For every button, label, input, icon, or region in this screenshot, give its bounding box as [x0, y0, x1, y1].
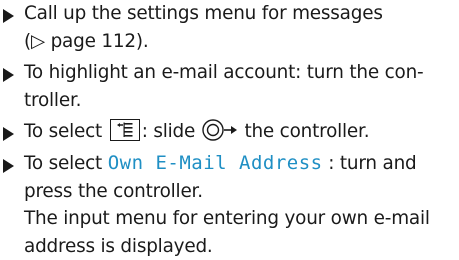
bullet-arrow-icon [3, 127, 14, 141]
controller-slide-right-icon [202, 118, 238, 151]
step-1-body: Call up the settings menu for messages (… [24, 0, 455, 55]
step-1-line-2: (▷ page 112). [24, 30, 149, 52]
step-1-line-1: Call up the settings menu for messages [24, 3, 383, 24]
menu-key-icon [109, 119, 140, 141]
instruction-page: Call up the settings menu for messages (… [0, 0, 459, 257]
step-4-line-2: press the controller. [24, 180, 203, 202]
step-2-line-2: troller. [24, 89, 82, 111]
bullet-arrow-icon [3, 9, 14, 23]
menu-item-own-email-address: Own E-Mail Address [107, 152, 323, 174]
step-3-text-after: the controller. [244, 121, 370, 142]
step-4-text-after: : turn and [328, 153, 417, 174]
step-3-body: To select : slide the controller. [24, 118, 455, 151]
step-4-line-1: To select Own E-Mail Address : turn and [24, 150, 455, 178]
bullet-arrow-icon [3, 68, 14, 82]
step-3-text-between: : slide [141, 121, 196, 142]
step-2-line-1: To highlight an e-mail account: turn the… [24, 62, 424, 83]
step-4-result-line-2: address is displayed. [24, 235, 213, 257]
step-3-text-before: To select [24, 121, 103, 142]
step-4-body: To select Own E-Mail Address : turn and … [24, 150, 455, 260]
step-2-body: To highlight an e-mail account: turn the… [24, 59, 455, 114]
step-4-text-before: To select [24, 153, 103, 174]
bullet-arrow-icon [3, 159, 14, 173]
step-4-result-line-1: The input menu for entering your own e-m… [24, 208, 430, 230]
